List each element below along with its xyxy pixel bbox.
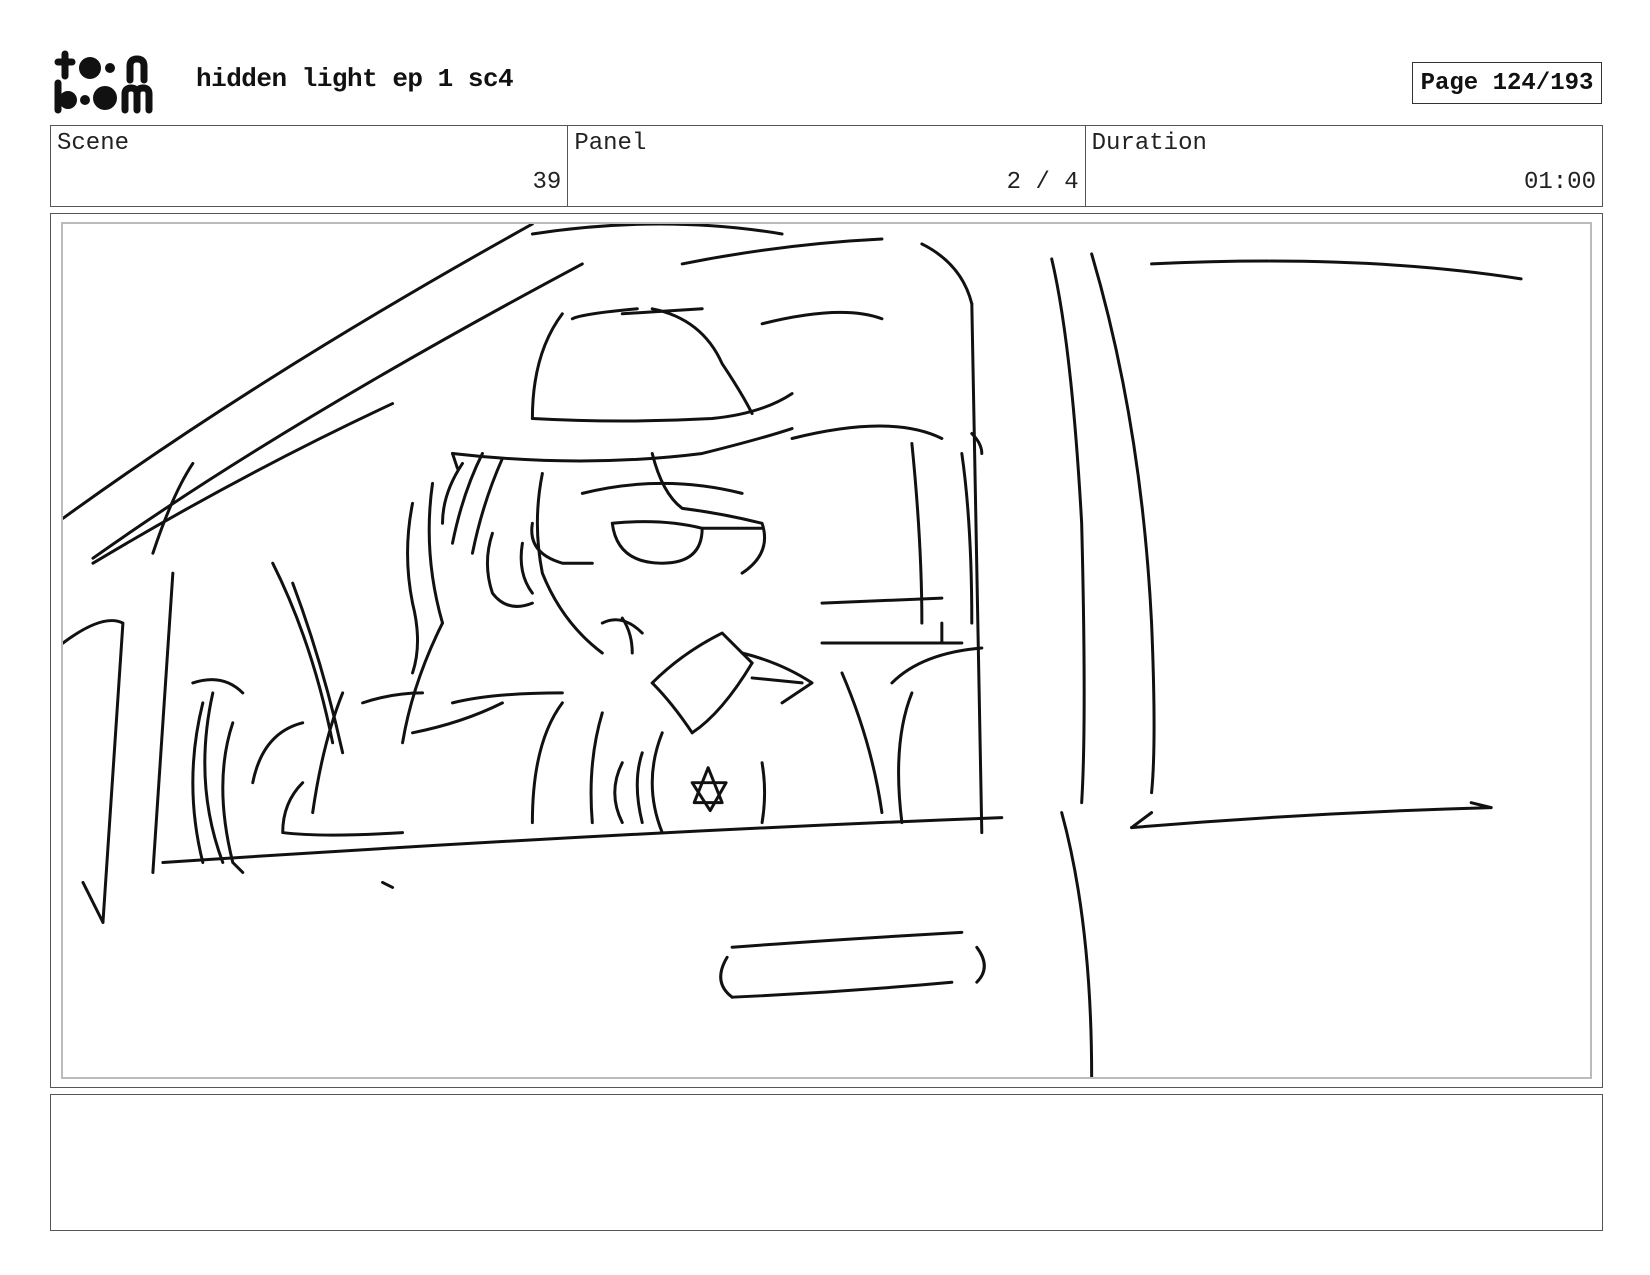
duration-label: Duration [1091,130,1207,157]
panel-cell: Panel 2 / 4 [568,126,1086,206]
toon-boom-logo [52,50,164,114]
panel-value: 2 / 4 [1006,169,1079,196]
duration-value: 01:00 [1523,169,1596,196]
page-number-box: Page 124/193 [1412,62,1602,104]
toon-boom-logo-mark [54,50,153,114]
scene-value: 39 [532,169,562,196]
storyboard-panel-frame [50,213,1603,1088]
storyboard-sketch [63,224,1523,1077]
document-title: hidden light ep 1 sc4 [196,64,514,94]
panel-label: Panel [574,130,647,157]
scene-cell: Scene 39 [51,126,569,206]
scene-info-row: Scene 39 Panel 2 / 4 Duration 01:00 [50,125,1603,207]
panel-notes-box [50,1094,1603,1231]
storyboard-panel [61,222,1592,1079]
duration-cell: Duration 01:00 [1086,126,1602,206]
scene-label: Scene [57,130,130,157]
